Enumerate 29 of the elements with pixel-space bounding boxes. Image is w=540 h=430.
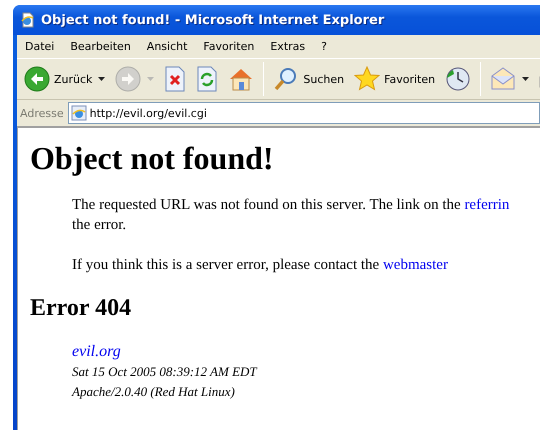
page-heading: Object not found! xyxy=(30,140,275,177)
window-title: Object not found! - Microsoft Internet Explorer xyxy=(41,12,384,28)
server-text: Apache/2.0.40 (Red Hat Linux) xyxy=(72,383,235,401)
menu-item[interactable]: Favoriten xyxy=(195,40,262,53)
address-field[interactable]: http://evil.org/evil.cgi xyxy=(68,102,540,124)
menu-item[interactable]: Extras xyxy=(262,40,314,53)
menu-item[interactable]: Datei xyxy=(17,40,62,53)
stop-icon xyxy=(164,66,186,92)
paragraph: If you think this is a server error, please contact the webmaster xyxy=(72,256,449,275)
star-icon xyxy=(354,66,380,92)
search-button[interactable]: Suchen xyxy=(270,64,348,94)
menu-item[interactable]: Bearbeiten xyxy=(62,40,139,53)
page-icon xyxy=(20,12,36,28)
link[interactable]: referrin xyxy=(464,197,510,213)
menu-item[interactable]: Ansicht xyxy=(138,40,196,53)
envelope-icon xyxy=(490,66,516,92)
date-text: Sat 15 Oct 2005 08:39:12 AM EDT xyxy=(72,363,257,381)
menu-item[interactable]: ? xyxy=(313,40,335,53)
back-button[interactable]: Zurück xyxy=(21,64,108,94)
clock-icon xyxy=(445,66,472,92)
refresh-icon xyxy=(196,66,218,92)
paragraph: The requested URL was not found on this server. The link on the referrin the error. xyxy=(72,196,510,235)
home-icon xyxy=(228,66,254,92)
webmaster-link[interactable]: webmaster xyxy=(382,257,448,273)
site-link[interactable]: evil.org xyxy=(72,342,121,362)
error-heading: Error 404 xyxy=(30,295,132,322)
address-label: Adresse xyxy=(20,106,64,120)
page-icon xyxy=(70,105,87,121)
favorites-button[interactable]: Favoriten xyxy=(351,64,438,94)
